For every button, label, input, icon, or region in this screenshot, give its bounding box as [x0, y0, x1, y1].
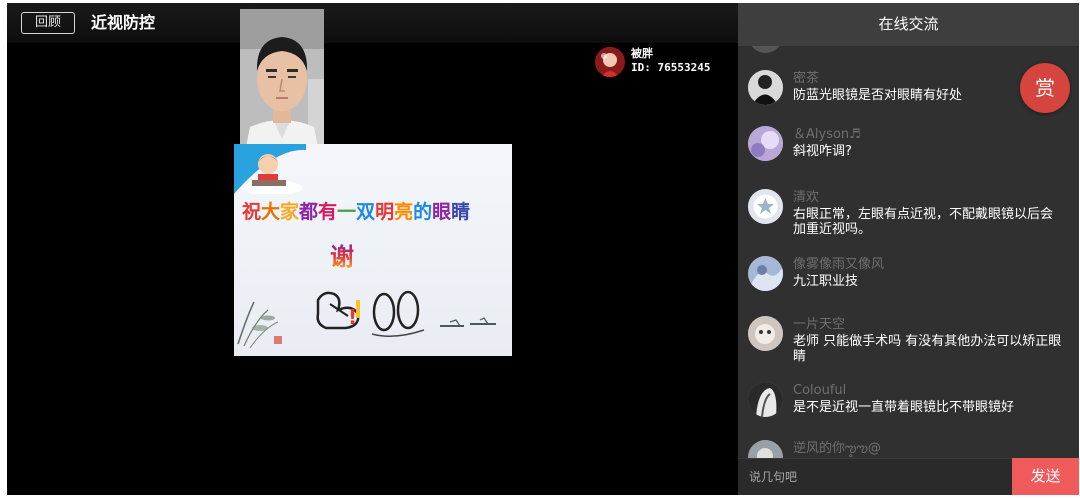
- chat-username: ＆Alyson♬: [793, 127, 861, 142]
- chat-message-input[interactable]: [738, 458, 1012, 495]
- chat-message-text: 九江职业技: [793, 274, 859, 289]
- presentation-slide: 祝大家都有一双明亮的眼睛 谢 !: [234, 144, 512, 356]
- slide-ink-illustration: !: [237, 290, 496, 349]
- chat-username: Colouful: [793, 383, 847, 398]
- user-avatar-icon: [748, 70, 783, 105]
- avatar: [748, 70, 783, 105]
- slide-headline-char: 眼: [432, 201, 452, 223]
- slide-headline-char: 一: [337, 201, 357, 223]
- host-avatar[interactable]: [595, 47, 625, 77]
- user-avatar-icon: [748, 440, 783, 458]
- slide-headline-char: 都: [299, 201, 319, 223]
- top-bar: 回顾 近视防控: [7, 3, 738, 43]
- avatar: [748, 440, 783, 458]
- chat-message-text: 斜视咋调?: [793, 144, 852, 159]
- host-name: 被胖: [631, 47, 653, 60]
- slide-headline-char: 家: [280, 201, 300, 223]
- chat-username: 一片天空: [793, 317, 846, 332]
- chat-title: 在线交流: [738, 3, 1079, 46]
- live-video-stage: 回顾 近视防控 祝大家都有一双明亮的眼睛 谢 ! 被胖 ID: 76553245: [7, 3, 738, 495]
- slide-headline-char: 亮: [394, 201, 414, 223]
- chat-username: 密茶: [793, 71, 820, 86]
- presenter-video-image: [240, 9, 324, 157]
- user-avatar-icon: [748, 316, 783, 351]
- reward-button[interactable]: 赏: [1020, 63, 1070, 113]
- avatar: [748, 126, 783, 161]
- slide-headline-char: 睛: [451, 201, 471, 223]
- avatar: [748, 46, 783, 53]
- chat-username: 像雾像雨又像风: [793, 257, 885, 272]
- slide-headline-char: 双: [356, 201, 376, 223]
- teacher-cartoon-icon: [234, 144, 306, 194]
- review-button[interactable]: 回顾: [21, 12, 75, 34]
- chat-username: 逆风的你ఌ఼ఌ@: [793, 441, 881, 456]
- slide-headline-char: 的: [413, 201, 433, 223]
- slide-headline-char: 祝: [242, 201, 262, 223]
- avatar: [748, 382, 783, 417]
- user-avatar-icon: [748, 256, 783, 291]
- slide-headline-char: 有: [318, 201, 338, 223]
- avatar: [748, 316, 783, 351]
- host-info[interactable]: 被胖 ID: 76553245: [595, 47, 735, 81]
- host-avatar-icon: [595, 47, 625, 77]
- avatar: [748, 256, 783, 291]
- slide-headline-char: 明: [375, 201, 395, 223]
- star-avatar-icon: [748, 189, 783, 224]
- chat-message-text: 是不是近视一直带着眼镜比不带眼镜好: [793, 400, 1015, 415]
- user-avatar-icon: [748, 126, 783, 161]
- chat-username: 清欢: [793, 190, 820, 205]
- message-list[interactable]: 密茶 防蓝光眼镜是否对眼睛有好处 ＆Alyson♬ 斜视咋调? 清欢 右眼正常，…: [738, 46, 1079, 458]
- slide-headline: 祝大家都有一双明亮的眼睛: [242, 200, 512, 224]
- page-title: 近视防控: [91, 13, 156, 32]
- chat-message-text: 右眼正常，左眼有点近视，不配戴眼镜以后会加重近视吗。: [793, 207, 1054, 237]
- slide-headline-char: 大: [261, 201, 281, 223]
- presenter-camera-feed: [240, 9, 324, 157]
- avatar: [748, 189, 783, 224]
- chat-message-text: 老师 只能做手术吗 有没有其他办法可以矫正眼睛: [793, 334, 1062, 364]
- send-button[interactable]: 发送: [1012, 458, 1079, 495]
- host-id: ID: 76553245: [631, 61, 711, 74]
- svg-text:!: !: [348, 305, 357, 329]
- user-avatar-icon: [748, 382, 783, 417]
